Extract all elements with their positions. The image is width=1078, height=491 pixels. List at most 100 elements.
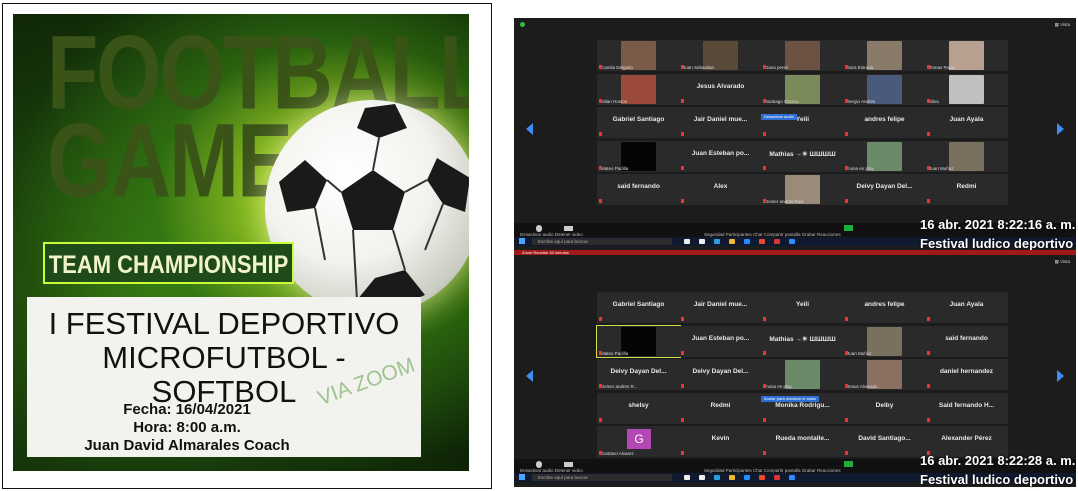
participant-tile[interactable]: Jesus Alvarado xyxy=(679,73,762,105)
media-icon[interactable] xyxy=(774,239,780,244)
participant-tile[interactable]: Juan Muñoz xyxy=(843,325,926,357)
muted-mic-icon xyxy=(845,451,848,455)
participant-tile[interactable]: Redmi xyxy=(679,392,762,424)
muted-mic-icon xyxy=(763,165,766,170)
muted-mic-icon xyxy=(681,317,684,321)
participant-tile[interactable]: Sara Estrada xyxy=(843,40,926,71)
task-view-icon[interactable] xyxy=(699,475,705,480)
participant-tile[interactable]: David Santiago... xyxy=(843,426,926,457)
participant-tile[interactable]: Gabriel Santiago xyxy=(597,107,680,138)
participant-name: Yeili xyxy=(795,301,809,308)
participant-tile[interactable]: Mathias →☀ ШШШШ xyxy=(761,325,844,357)
participant-tile[interactable]: Yeili xyxy=(761,292,844,323)
event-time: Hora: 8:00 a.m. xyxy=(133,419,241,436)
participant-tile[interactable]: Silva xyxy=(925,73,1008,105)
participant-tile[interactable]: Alex xyxy=(679,174,762,205)
muted-mic-icon xyxy=(681,451,684,455)
participant-tile[interactable]: G Gustavo Alvarez xyxy=(597,426,680,457)
muted-mic-icon xyxy=(927,317,930,321)
camera-icon[interactable] xyxy=(564,462,573,467)
participant-tile[interactable]: Redmi xyxy=(925,174,1008,205)
muted-mic-icon xyxy=(599,132,602,136)
cortana-icon[interactable] xyxy=(684,239,690,244)
participant-tile[interactable]: said fernando xyxy=(597,174,680,205)
participant-tile[interactable]: shelsy xyxy=(597,392,680,424)
participant-tile[interactable]: said fernando xyxy=(925,325,1008,357)
participant-tile[interactable]: daniel hernandez xyxy=(925,359,1008,390)
microphone-icon[interactable] xyxy=(536,461,542,468)
participant-tile[interactable]: Yeili xyxy=(761,107,844,138)
participant-tile[interactable]: Milan Hostos xyxy=(597,73,680,105)
participant-tile[interactable]: Sergio Andres xyxy=(843,73,926,105)
participant-tile[interactable]: mosa en play xyxy=(843,140,926,172)
media-icon[interactable] xyxy=(774,475,780,480)
participant-tile[interactable]: Juan Esteban po... xyxy=(679,325,762,357)
microphone-icon[interactable] xyxy=(536,225,542,232)
next-page-icon-2[interactable] xyxy=(1057,370,1064,382)
participant-tile[interactable]: Deivy Dayan Del... xyxy=(679,359,762,390)
participant-tile[interactable]: Mathias →☀ ШШШШ xyxy=(761,140,844,172)
muted-mic-icon xyxy=(681,384,684,388)
participant-label: mosa en play xyxy=(847,165,874,171)
taskbar-search[interactable]: Escribe aquí para buscar xyxy=(532,474,672,481)
prev-page-icon[interactable] xyxy=(526,123,533,135)
participant-tile[interactable]: Jair Daniel mue... xyxy=(679,107,762,138)
chrome-icon[interactable] xyxy=(759,239,765,244)
participant-tile[interactable]: Gabriel Santiago xyxy=(597,292,680,323)
participant-tile[interactable]: Juan Ayala xyxy=(925,107,1008,138)
cortana-icon[interactable] xyxy=(684,475,690,480)
windows-start-icon[interactable] xyxy=(519,474,525,480)
next-page-icon[interactable] xyxy=(1057,123,1064,135)
participant-tile[interactable]: Kevin xyxy=(679,426,762,457)
festival-caption: Festival ludico deportivo xyxy=(920,236,1074,251)
folder-icon[interactable] xyxy=(729,475,735,480)
participant-tile[interactable]: Jair Daniel mue... xyxy=(679,292,762,323)
view-button[interactable]: ▦ Vista xyxy=(1055,22,1070,28)
participant-tile[interactable]: Tomas Rojas xyxy=(925,40,1008,71)
participant-label: Juan Sebastian xyxy=(683,65,715,70)
participant-name: Monika Rodrigu... xyxy=(775,401,830,409)
participant-name: Said fernando H... xyxy=(938,401,995,409)
participant-tile[interactable]: Juan Sebastian xyxy=(679,40,762,71)
participant-tile[interactable]: andres felipe xyxy=(843,107,926,138)
participant-tile[interactable]: Santiago Orozco xyxy=(761,73,844,105)
participant-tile[interactable]: Mateo Padilla xyxy=(596,324,681,358)
folder-icon[interactable] xyxy=(729,239,735,244)
participant-name: Deivy Dayan Del... xyxy=(692,368,749,375)
participant-tile[interactable]: Dana perez xyxy=(761,40,844,71)
share-screen-icon[interactable] xyxy=(844,461,853,467)
participant-label: Gustavo Alvarez xyxy=(601,451,634,456)
participant-tile[interactable]: Jesus Alvarado xyxy=(843,359,926,390)
participant-tile[interactable]: Deivy Dayan Del... xyxy=(843,174,926,205)
camera-icon[interactable] xyxy=(564,226,573,231)
edge-icon[interactable] xyxy=(714,475,720,480)
view-button-2[interactable]: ▦ Vista xyxy=(1055,259,1070,265)
store-icon[interactable] xyxy=(744,239,750,244)
participant-tile[interactable]: mosa en play xyxy=(761,359,844,390)
store-icon[interactable] xyxy=(744,475,750,480)
participant-tile[interactable]: Juan Esteban po... xyxy=(679,140,762,172)
participant-tile[interactable]: Said fernando H... xyxy=(925,392,1008,424)
prev-page-icon-2[interactable] xyxy=(526,370,533,382)
task-view-icon[interactable] xyxy=(699,239,705,244)
edge-icon[interactable] xyxy=(714,239,720,244)
participant-tile[interactable]: andres felipe xyxy=(843,292,926,323)
unmute-tooltip: Anular para reactivar el audio xyxy=(761,396,820,402)
windows-start-icon[interactable] xyxy=(519,238,525,244)
participant-tile[interactable]: Camila Delgado xyxy=(597,40,680,71)
chrome-icon[interactable] xyxy=(759,475,765,480)
participant-tile[interactable]: Deiby xyxy=(843,392,926,424)
taskbar-search[interactable]: Escribe aquí para buscar xyxy=(532,238,672,245)
participant-tile[interactable]: Juan Ayala xyxy=(925,292,1008,323)
zoom-meeting-bottom: Zoom Reunión 40 minutos ▦ Vista Gabriel … xyxy=(514,250,1076,487)
participant-label: Tomas Rojas xyxy=(929,65,956,70)
participant-tile[interactable]: Rueda montalle... xyxy=(761,426,844,457)
participant-tile[interactable]: Juan Muñoz xyxy=(925,140,1008,172)
zoom-app-icon[interactable] xyxy=(789,475,795,480)
share-screen-icon[interactable] xyxy=(844,225,853,231)
muted-mic-icon xyxy=(845,98,848,103)
zoom-app-icon[interactable] xyxy=(789,239,795,244)
participant-tile[interactable]: Deivy Dayan Del... Deiner andres R... xyxy=(597,359,680,390)
participant-tile[interactable]: Deiner andres Ruiz xyxy=(761,174,844,205)
participant-tile[interactable]: Mateo Padilla xyxy=(597,140,680,172)
